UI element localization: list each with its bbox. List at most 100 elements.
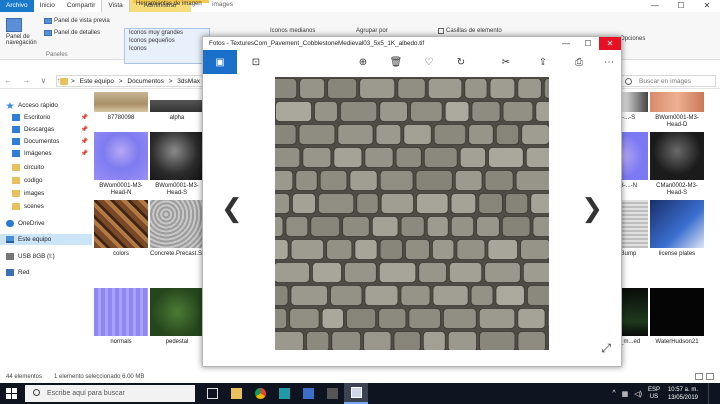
address-box[interactable]: > Este equipo > Documentos > 3dsMax > [56, 75, 206, 87]
panes-group-label: Paneles [46, 52, 68, 58]
nav-quick-access[interactable]: Acceso rápido [6, 100, 92, 111]
3dsmax-icon[interactable] [272, 383, 296, 404]
crumb-3dsmax[interactable]: 3dsMax [177, 78, 200, 85]
file-tile[interactable]: colors [94, 200, 148, 258]
nav-pane-label: Panel de navegación [6, 34, 37, 46]
search-input[interactable]: Buscar en images [620, 75, 716, 87]
nav-folder-circuito[interactable]: circuito [12, 162, 98, 173]
maximize-button[interactable]: ☐ [668, 0, 694, 12]
layout-icons[interactable]: Iconos [129, 46, 147, 52]
layout-medium-icons[interactable]: Iconos medianos [270, 28, 315, 34]
nav-folder-scenes[interactable]: scenes [12, 201, 98, 212]
tray-chevron-icon[interactable]: ^ [612, 390, 615, 397]
preview-pane-button[interactable]: Panel de vista previa [44, 18, 110, 24]
rotate-icon[interactable]: ↻ [453, 54, 469, 70]
file-tile[interactable]: CMan0002-M3-Head-S [650, 132, 704, 197]
crumb-sep: > [71, 78, 75, 85]
image-icon[interactable]: ▣ [203, 50, 237, 74]
file-tile[interactable]: 87780098 [94, 92, 148, 122]
minimize-button[interactable]: — [642, 0, 668, 12]
task-view-icon[interactable] [200, 383, 224, 404]
file-tile[interactable]: alpha [150, 92, 204, 122]
nav-folder-images[interactable]: images [12, 188, 98, 199]
file-tile[interactable]: license plates [650, 200, 704, 258]
nav-network[interactable]: Red [6, 267, 92, 278]
edit-icon[interactable]: ✂ [498, 54, 514, 70]
file-explorer-icon[interactable] [224, 383, 248, 404]
file-tile[interactable]: BWom0001-M3-Head-S [150, 132, 204, 197]
zoom-icon[interactable]: ⊕ [355, 54, 371, 70]
tab-view[interactable]: Vista [101, 0, 130, 12]
pin-icon: 📌 [80, 127, 88, 133]
file-tile[interactable]: Concrete.Precast.Structural.Concrete.Smo… [150, 200, 289, 258]
favorite-icon[interactable]: ♡ [421, 54, 437, 70]
large-icons-view-icon[interactable] [706, 373, 714, 380]
layout-gallery[interactable]: Iconos muy grandes Iconos pequeños Icono… [124, 28, 210, 64]
volume-icon[interactable]: ◁) [634, 390, 642, 398]
group-by-button[interactable]: Agrupar por [356, 28, 388, 34]
close-button[interactable]: ✕ [694, 0, 720, 12]
nav-onedrive[interactable]: OneDrive [6, 218, 92, 229]
next-photo-button[interactable]: ❯ [581, 194, 603, 224]
nav-label: Red [18, 269, 30, 276]
crumb-documents[interactable]: Documentos [127, 78, 164, 85]
print-icon[interactable]: ⎙ [571, 54, 587, 70]
tab-share[interactable]: Compartir [61, 0, 102, 12]
file-tile[interactable]: BWom0001-M3-Head-D [650, 92, 704, 129]
start-button[interactable] [6, 388, 17, 399]
delete-icon[interactable]: 🗑 [388, 54, 404, 70]
file-tile[interactable]: normals [94, 288, 148, 346]
file-name: alpha [169, 115, 185, 121]
tab-home[interactable]: Inicio [34, 0, 61, 12]
folder-icon [12, 177, 20, 184]
nav-pane-button[interactable]: Panel de navegación [6, 18, 40, 46]
photos-maximize-button[interactable]: ☐ [577, 37, 599, 50]
file-tile[interactable]: WaterHudson21 [650, 288, 704, 346]
file-tile[interactable]: pedestal [150, 288, 204, 346]
pin-icon: 📌 [80, 115, 88, 121]
nav-desktop[interactable]: Escritorio 📌 [12, 112, 98, 123]
options-button[interactable]: Opciones [620, 36, 645, 42]
nav-images[interactable]: Imágenes 📌 [12, 148, 98, 159]
photos-window-controls: — ☐ ✕ [555, 37, 621, 50]
details-view-icon[interactable] [695, 373, 703, 380]
selection-info: 1 elemento seleccionado 6.00 MB [54, 373, 145, 380]
photos-app-icon[interactable] [344, 383, 368, 404]
file-thumbnail [94, 288, 148, 336]
nav-downloads[interactable]: Descargas 📌 [12, 124, 98, 135]
pin-icon: 📌 [80, 139, 88, 145]
nav-usb-drive[interactable]: USB 8GB (I:) [6, 251, 92, 262]
folder-icon [12, 190, 20, 197]
chrome-icon[interactable] [248, 383, 272, 404]
language-indicator[interactable]: ESP US [648, 387, 660, 401]
share-icon[interactable]: ⇪ [535, 54, 551, 70]
clock[interactable]: 10:57 a. m. 13/05/2019 [668, 386, 698, 402]
fullscreen-icon[interactable]: ⤢ [601, 341, 611, 356]
crumb-this-pc[interactable]: Este equipo [80, 78, 114, 85]
tab-file[interactable]: Archivo [0, 0, 34, 12]
network-icon[interactable]: ▦ [622, 390, 629, 398]
clock-date: 13/05/2019 [667, 394, 698, 401]
photos-toolbar: ▣ ⊡ ⊕ 🗑 ♡ ↻ ✂ ⇪ ⎙ ⋯ [203, 50, 621, 74]
app6-icon[interactable] [320, 383, 344, 404]
file-thumbnail [94, 200, 148, 248]
item-checkboxes[interactable]: Casillas de elemento [438, 28, 502, 34]
notifications-button[interactable] [708, 383, 720, 404]
taskbar-search-input[interactable]: Escribe aquí para buscar [25, 385, 195, 402]
details-pane-icon [44, 30, 52, 36]
nav-this-pc[interactable]: Este equipo [0, 234, 92, 245]
computer-icon [6, 236, 14, 243]
nav-folder-codigo[interactable]: codigo [12, 175, 98, 186]
nav-documents[interactable]: Documentos 📌 [12, 136, 98, 147]
layout-small-icons[interactable]: Iconos pequeños [129, 38, 175, 44]
photos-close-button[interactable]: ✕ [599, 37, 621, 50]
file-tile[interactable]: BWom0001-M3-Head-N [94, 132, 148, 197]
details-pane-button[interactable]: Panel de detalles [44, 30, 100, 36]
app5-icon[interactable] [296, 383, 320, 404]
previous-photo-button[interactable]: ❮ [221, 194, 243, 224]
photos-minimize-button[interactable]: — [555, 37, 577, 50]
layout-xl-icons[interactable]: Iconos muy grandes [129, 30, 183, 36]
more-icon[interactable]: ⋯ [601, 54, 617, 70]
slideshow-icon[interactable]: ⊡ [248, 54, 264, 70]
folder-icon [12, 164, 20, 171]
